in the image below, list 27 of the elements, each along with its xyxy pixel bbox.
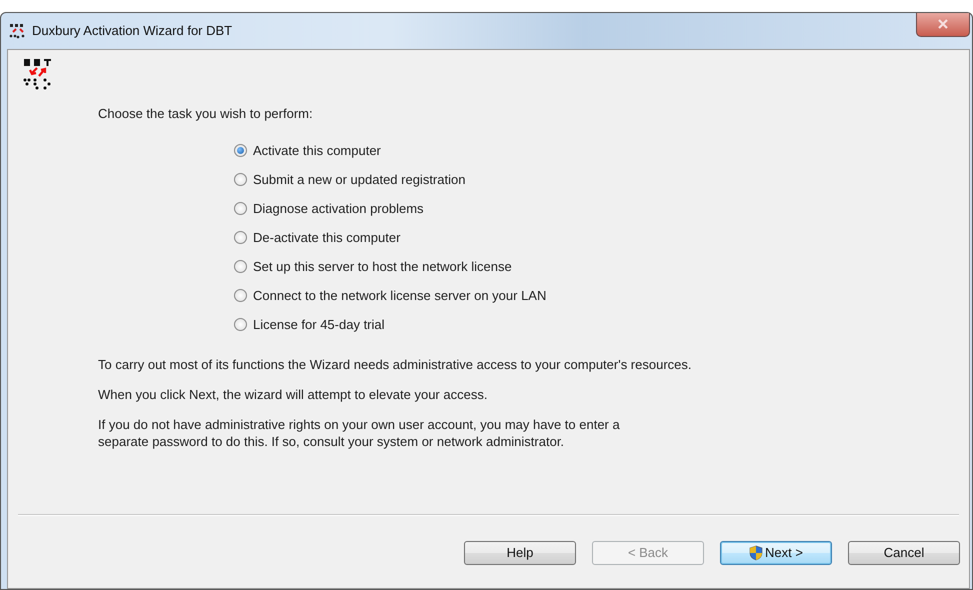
close-button[interactable]	[916, 13, 970, 37]
radio-button[interactable]	[234, 202, 247, 215]
instruction-text: Choose the task you wish to perform:	[98, 105, 314, 123]
radio-button[interactable]	[234, 289, 247, 302]
radio-button[interactable]	[234, 231, 247, 244]
close-icon	[937, 19, 949, 29]
dialog-button[interactable]: Cancel	[848, 541, 960, 565]
radio-button[interactable]	[234, 318, 247, 331]
task-option[interactable]: De-activate this computer	[234, 228, 969, 246]
task-option[interactable]: Submit a new or updated registration	[234, 170, 969, 188]
shield-icon	[749, 545, 764, 561]
radio-button[interactable]	[234, 173, 247, 186]
radio-button[interactable]	[234, 260, 247, 273]
window-title: Duxbury Activation Wizard for DBT	[32, 22, 232, 40]
task-option[interactable]: Activate this computer	[234, 142, 969, 160]
info-text: When you click Next, the wizard will attempt to elevate your access.	[98, 386, 488, 402]
task-option[interactable]: Set up this server to host the network license	[234, 258, 969, 276]
dialog-button[interactable]: Next >	[720, 541, 832, 565]
info-text: To carry out most of its functions the Wizard needs administrative access to your computer's resources.	[98, 356, 692, 372]
logo-icon	[23, 58, 53, 90]
task-option[interactable]: Connect to the network license server on your LAN	[234, 286, 969, 304]
dialog-button[interactable]: Help	[464, 541, 576, 565]
app-icon	[9, 23, 26, 39]
task-option[interactable]: License for 45-day trial	[234, 316, 969, 334]
radio-button[interactable]	[234, 144, 247, 157]
task-option[interactable]: Diagnose activation problems	[234, 200, 969, 218]
info-text: If you do not have administrative rights on your own user account, you may have to enter a separate password to do this. If so, consult your system or network administrator.	[98, 416, 621, 450]
